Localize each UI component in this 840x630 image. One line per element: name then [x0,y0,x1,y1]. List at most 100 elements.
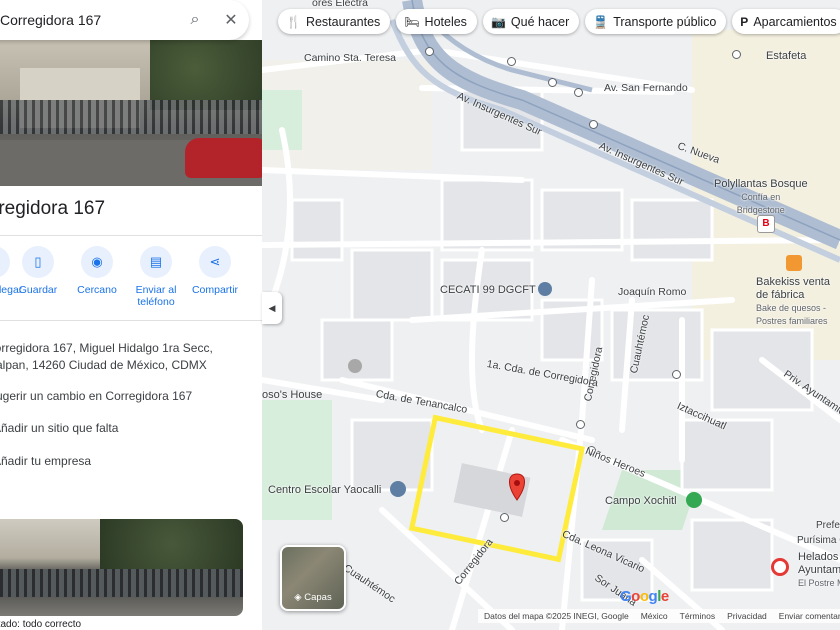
action-label: teléfono [137,296,175,308]
bakery-icon[interactable] [786,255,802,271]
restaurant-icon: 🍴 [286,14,301,29]
action-buttons: ➜ Cómo llegar ▯ Guardar ◉ Cercano ▤ Envi… [0,246,262,316]
poi-escolar[interactable]: Centro Escolar Yaocalli [268,484,381,497]
poi-subtitle: Confía en [741,192,781,202]
terms-link[interactable]: Términos [680,611,715,621]
map-roads [262,0,840,630]
poi-polyllantas[interactable]: Polyllantas Bosque Confía en Bridgestone [714,178,808,217]
share-icon: ⋖ [199,246,231,278]
chip-label: Restaurantes [305,14,381,29]
parking-icon: P [740,14,749,29]
action-label: Compartir [191,284,239,296]
bus-stop-icon[interactable] [507,57,516,66]
divider [0,235,262,236]
poi-name: de fábrica [756,289,805,301]
hotel-icon: 🛏 [404,14,420,29]
poi-subtitle: El Postre M [798,578,840,588]
poi-name: Bakekiss venta [756,276,830,288]
poi-prefec[interactable]: Prefec [816,519,840,532]
feedback-link[interactable]: Enviar comentarios [779,611,840,621]
poi-bakekiss[interactable]: Bakekiss venta de fábrica Bake de quesos… [756,276,830,328]
poi-subtitle: Bake de quesos - [756,303,827,313]
bus-stop-icon[interactable] [576,420,585,429]
status-text: Estado: todo correcto [0,619,82,630]
poi-cecati[interactable]: CECATI 99 DGCFT [440,284,536,297]
bus-stop-icon[interactable] [500,513,509,522]
action-label: Enviar al [135,284,177,296]
map-canvas[interactable]: Camino Sta. Teresa Av. San Fernando Av. … [262,0,840,630]
school-icon[interactable] [390,481,406,497]
poi-estafeta[interactable]: Estafeta [766,50,806,63]
address-row[interactable]: Corregidora 167, Miguel Hidalgo 1ra Secc… [0,340,213,374]
poi-subtitle: Postres familiares [756,316,828,326]
school-icon[interactable] [538,282,552,296]
close-icon[interactable]: ✕ [213,10,249,30]
share-button[interactable]: ⋖ Compartir [183,246,247,296]
poi-house[interactable]: oso's House [262,389,322,402]
chip-que-hacer[interactable]: 📷 Qué hacer [482,9,580,34]
place-icon[interactable] [348,359,362,373]
street-label: Joaquín Romo [618,286,687,298]
poi-name: Helados [798,551,839,563]
save-button[interactable]: ▯ Guardar [6,246,70,296]
layers-label: ◈ Capas [282,592,344,603]
chip-label: Hoteles [424,14,467,29]
layers-button[interactable]: ◈ Capas [280,545,346,611]
map-attribution: Datos del mapa ©2025 INEGI, Google Méxic… [478,609,840,623]
add-missing-place-row[interactable]: Añadir un sitio que falta [0,420,118,437]
chevron-left-icon: ◀ [268,302,276,313]
bus-stop-icon[interactable] [732,50,741,59]
place-panel: rregidora 167 ➜ Cómo llegar ▯ Guardar ◉ … [0,0,262,630]
poi-purisima[interactable]: Purísima C [797,534,840,547]
attribution-text: Datos del mapa ©2025 INEGI, Google [484,611,629,621]
bus-stop-icon[interactable] [589,120,598,129]
bus-stop-icon[interactable] [548,78,557,87]
chip-restaurantes[interactable]: 🍴 Restaurantes [278,9,391,34]
region-link[interactable]: México [641,611,668,621]
street-view-thumbnail[interactable] [0,519,243,616]
add-business-row[interactable]: Añadir tu empresa [0,453,91,470]
divider [0,320,262,321]
action-label: Guardar [18,284,58,296]
search-icon[interactable]: ⌕ [177,11,213,29]
poi-name: Ayuntam [798,564,840,576]
layers-icon: ◈ [294,592,305,603]
chip-aparcamientos[interactable]: P Aparcamientos [732,9,840,34]
google-logo: Google [620,588,669,605]
chip-label: Transporte público [613,14,717,29]
camera-icon: 📷 [490,14,506,29]
restaurant-icon[interactable] [771,558,789,576]
address-line: Corregidora 167, Miguel Hidalgo 1ra Secc… [0,341,213,355]
place-title: rregidora 167 [0,198,106,219]
street-label: Camino Sta. Teresa [304,52,397,64]
send-to-phone-button[interactable]: ▤ Enviar al teléfono [124,246,188,308]
category-chips: 🍴 Restaurantes 🛏 Hoteles 📷 Qué hacer 🚆 Trans… [278,9,840,34]
chip-hoteles[interactable]: 🛏 Hoteles [396,9,477,34]
place-photo[interactable] [0,40,262,186]
chip-label: Qué hacer [510,14,570,29]
bus-stop-icon[interactable] [672,370,681,379]
bookmark-icon: ▯ [22,246,54,278]
street-label: Av. San Fernando [604,82,688,94]
send-to-phone-icon: ▤ [140,246,172,278]
bus-stop-icon[interactable] [574,88,583,97]
action-label: Cercano [77,284,117,296]
layers-text: Capas [304,592,332,603]
photo-gate [0,569,243,597]
nearby-icon: ◉ [81,246,113,278]
poi-helados[interactable]: Helados Ayuntam El Postre M [798,551,840,590]
collapse-panel-button[interactable]: ◀ [262,292,282,324]
bus-stop-icon[interactable] [425,47,434,56]
park-icon[interactable] [686,492,702,508]
search-box[interactable]: Corregidora 167 ⌕ ✕ [0,0,249,40]
chip-transporte[interactable]: 🚆 Transporte público [585,9,727,34]
photo-gate [0,100,262,134]
suggest-edit-row[interactable]: Sugerir un cambio en Corregidora 167 [0,388,192,405]
transit-icon: 🚆 [593,14,609,29]
privacy-link[interactable]: Privacidad [727,611,767,621]
chip-label: Aparcamientos [753,14,837,29]
nearby-button[interactable]: ◉ Cercano [65,246,129,296]
poi-xochitl[interactable]: Campo Xochitl [605,495,677,508]
bridgestone-icon[interactable]: B [757,215,775,233]
search-input[interactable]: Corregidora 167 [0,12,177,28]
